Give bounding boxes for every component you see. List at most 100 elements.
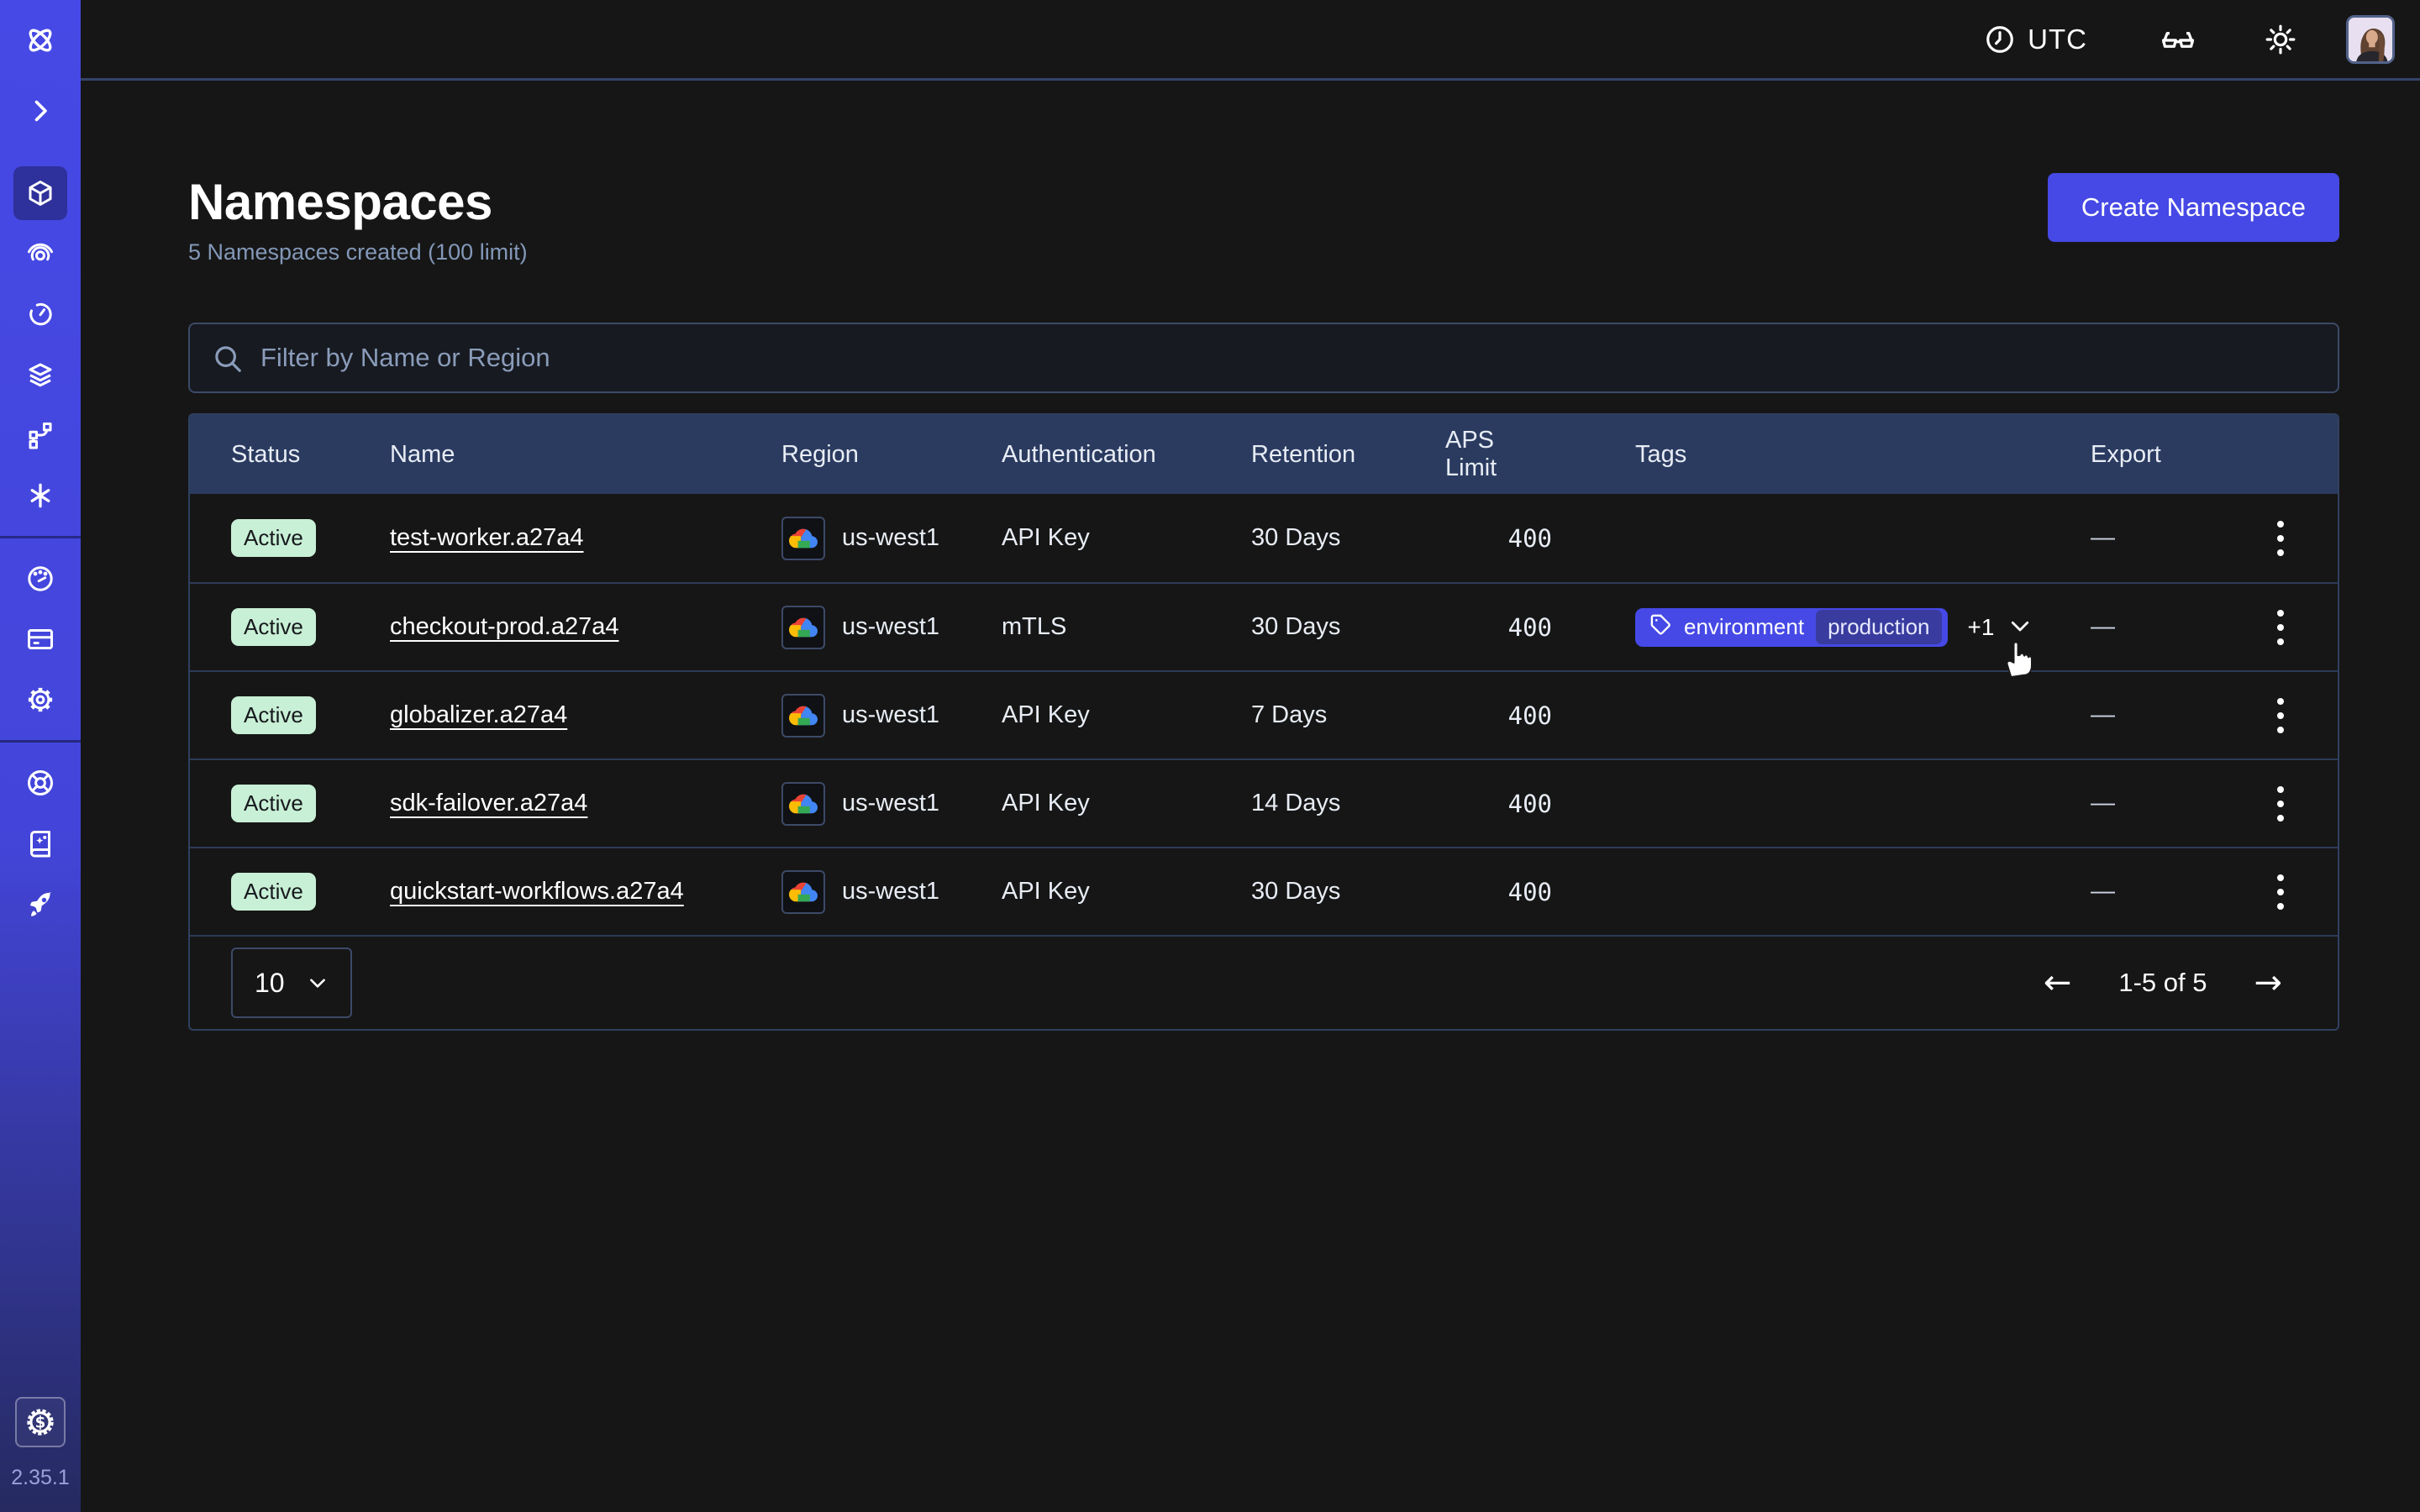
sun-icon — [2264, 23, 2297, 56]
page-subtitle: 5 Namespaces created (100 limit) — [188, 239, 528, 265]
book-sparkle-icon — [25, 828, 55, 858]
export-value: — — [2091, 878, 2220, 906]
gauge-icon — [25, 564, 55, 594]
table-row: Active sdk-failover.a27a4 us-west1 — [190, 759, 2338, 847]
col-region: Region — [781, 441, 1002, 469]
sidebar-item-docs[interactable] — [13, 816, 67, 870]
page-title: Namespaces — [188, 173, 528, 231]
badge-dollar-icon: $ — [24, 1406, 56, 1438]
gcp-cloud-icon — [781, 782, 825, 826]
auth-value: mTLS — [1002, 613, 1251, 641]
region-label: us-west1 — [842, 790, 939, 817]
col-retention: Retention — [1251, 441, 1445, 469]
pricing-button[interactable]: $ — [15, 1397, 66, 1447]
sidebar-item-getting-started[interactable] — [13, 877, 67, 931]
namespaces-table: Status Name Region Authentication Retent… — [188, 413, 2339, 1031]
namespace-link[interactable]: globalizer.a27a4 — [390, 701, 567, 729]
layers-icon — [25, 360, 55, 390]
reader-mode-button[interactable] — [2160, 21, 2196, 58]
sidebar-expand-button[interactable] — [13, 84, 67, 138]
status-badge: Active — [231, 519, 316, 557]
namespace-link[interactable]: sdk-failover.a27a4 — [390, 790, 587, 817]
tag-icon — [1649, 612, 1672, 643]
auth-value: API Key — [1002, 701, 1251, 729]
sidebar-item-support[interactable] — [13, 756, 67, 810]
status-badge: Active — [231, 873, 316, 911]
sidebar-item-insights[interactable] — [13, 227, 67, 281]
theme-toggle-button[interactable] — [2264, 23, 2297, 56]
aps-limit-value: 400 — [1445, 613, 1635, 642]
namespace-link[interactable]: quickstart-workflows.a27a4 — [390, 878, 684, 906]
tag-value: production — [1816, 610, 1941, 644]
gear-icon — [25, 685, 55, 715]
filter-input[interactable] — [188, 323, 2339, 393]
pagination-range: 1-5 of 5 — [2118, 968, 2207, 998]
sidebar-item-namespaces[interactable] — [13, 166, 67, 220]
app-root: $ 2.35.1 UTC — [0, 0, 2420, 1512]
chevron-down-icon — [2007, 613, 2033, 641]
status-badge: Active — [231, 785, 316, 822]
svg-text:$: $ — [35, 1415, 46, 1432]
cube-icon — [25, 178, 55, 208]
region-label: us-west1 — [842, 613, 939, 641]
tag-chip[interactable]: environmentproduction — [1635, 608, 1948, 647]
namespace-link[interactable]: checkout-prod.a27a4 — [390, 613, 618, 641]
main-area: UTC — [81, 0, 2420, 1512]
row-menu-button[interactable] — [2269, 690, 2292, 742]
region-label: us-west1 — [842, 701, 939, 729]
status-badge: Active — [231, 696, 316, 734]
table-row: Active globalizer.a27a4 us-west1 — [190, 670, 2338, 759]
sidebar-item-settings[interactable] — [13, 673, 67, 727]
glasses-icon — [2160, 21, 2196, 58]
table-body: Active test-worker.a27a4 us-west1 — [190, 494, 2338, 935]
sidebar: $ 2.35.1 — [0, 0, 81, 1512]
status-badge: Active — [231, 608, 316, 646]
timezone-button[interactable]: UTC — [1984, 24, 2087, 55]
namespace-link[interactable]: test-worker.a27a4 — [390, 524, 584, 552]
timezone-label: UTC — [2028, 24, 2087, 55]
export-value: — — [2091, 524, 2220, 552]
sidebar-item-usage[interactable] — [13, 552, 67, 606]
table-header: Status Name Region Authentication Retent… — [190, 415, 2338, 494]
page-size-select[interactable]: 10 — [231, 948, 352, 1018]
auth-value: API Key — [1002, 524, 1251, 552]
sidebar-divider — [0, 740, 81, 743]
create-namespace-button[interactable]: Create Namespace — [2048, 173, 2339, 242]
life-ring-icon — [25, 768, 55, 798]
col-auth: Authentication — [1002, 441, 1251, 469]
next-page-button[interactable]: → — [2254, 966, 2282, 1000]
timer-icon — [25, 299, 55, 329]
gcp-cloud-icon — [781, 870, 825, 914]
auth-value: API Key — [1002, 878, 1251, 906]
row-menu-button[interactable] — [2269, 512, 2292, 564]
page-content: Namespaces 5 Namespaces created (100 lim… — [81, 81, 2420, 1031]
table-row: Active checkout-prod.a27a4 us-west1 — [190, 582, 2338, 670]
retention-value: 30 Days — [1251, 524, 1445, 552]
sidebar-item-pipelines[interactable] — [13, 408, 67, 462]
sidebar-item-billing[interactable] — [13, 612, 67, 666]
retention-value: 30 Days — [1251, 613, 1445, 641]
export-value: — — [2091, 613, 2220, 641]
sidebar-item-nexus[interactable] — [13, 469, 67, 522]
row-menu-button[interactable] — [2269, 866, 2292, 918]
sidebar-item-deployments[interactable] — [13, 348, 67, 402]
clock-icon — [1984, 24, 2016, 55]
prev-page-button[interactable]: ← — [2044, 966, 2072, 1000]
chevron-down-icon — [307, 972, 329, 994]
sidebar-item-schedules[interactable] — [13, 287, 67, 341]
rocket-icon — [25, 889, 55, 919]
retention-value: 7 Days — [1251, 701, 1445, 729]
aps-limit-value: 400 — [1445, 878, 1635, 906]
tags-expand-button[interactable] — [2007, 613, 2033, 641]
temporal-logo-icon[interactable] — [0, 0, 81, 81]
row-menu-button[interactable] — [2269, 601, 2292, 654]
chevron-right-icon — [25, 96, 55, 126]
user-avatar[interactable] — [2346, 15, 2395, 64]
aps-limit-value: 400 — [1445, 701, 1635, 730]
branch-nodes-icon — [25, 420, 55, 450]
iris-icon — [25, 239, 55, 269]
sidebar-divider — [0, 536, 81, 538]
tag-more-count: +1 — [1968, 614, 1995, 641]
row-menu-button[interactable] — [2269, 778, 2292, 830]
table-row: Active test-worker.a27a4 us-west1 — [190, 494, 2338, 582]
